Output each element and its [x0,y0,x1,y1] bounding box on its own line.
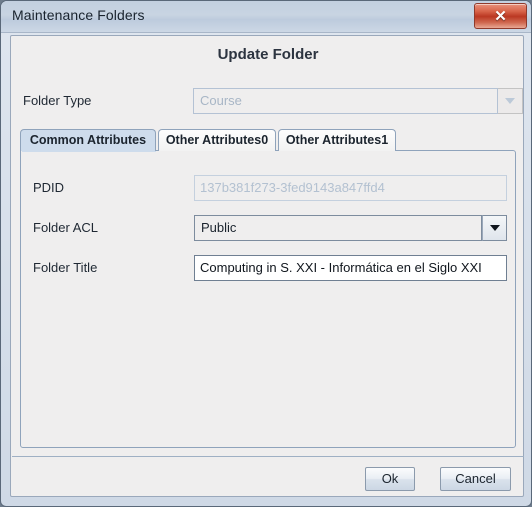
folder-title-label: Folder Title [33,260,98,275]
folder-type-combobox[interactable]: Course [193,88,523,114]
page-title: Update Folder [217,46,319,63]
pdid-row: PDID 137b381f273-3fed9143a847ffd4 [21,175,515,201]
folder-acl-row: Folder ACL Public [21,215,515,241]
chevron-down-icon [489,225,500,231]
folder-title-input[interactable]: Computing in S. XXI - Informática en el … [194,255,507,281]
ok-button[interactable]: Ok [365,467,415,491]
pdid-label: PDID [33,180,65,195]
folder-title-row: Folder Title Computing in S. XXI - Infor… [21,255,515,281]
close-button[interactable]: ✕ [474,3,527,29]
folder-type-row: Folder Type Course [11,88,525,114]
folder-type-dropdown-button[interactable] [498,88,523,114]
folder-acl-value: Public [194,215,482,241]
folder-type-label: Folder Type [23,93,92,108]
tab-strip: Common Attributes Other Attributes0 Othe… [20,129,520,151]
tab-other-attributes0[interactable]: Other Attributes0 [158,129,276,151]
close-icon: ✕ [494,8,507,25]
pdid-input[interactable]: 137b381f273-3fed9143a847ffd4 [194,175,507,201]
tab-common-attributes[interactable]: Common Attributes [20,129,156,151]
title-bar: Maintenance Folders ✕ [1,1,531,33]
folder-acl-dropdown-button[interactable] [482,215,507,241]
chevron-down-icon [505,98,515,104]
dialog-content: Update Folder Folder Type Course Common … [10,35,524,497]
folder-acl-combobox[interactable]: Public [194,215,507,241]
folder-type-value: Course [193,88,498,114]
window-title: Maintenance Folders [12,7,145,23]
folder-acl-label: Folder ACL [33,220,99,235]
dialog-window: Maintenance Folders ✕ Update Folder Fold… [0,0,532,507]
tab-other-attributes1[interactable]: Other Attributes1 [278,129,396,151]
tab-panel-common-attributes: PDID 137b381f273-3fed9143a847ffd4 Folder… [20,150,516,448]
cancel-button[interactable]: Cancel [440,467,511,491]
dialog-button-bar: Ok Cancel [12,456,524,498]
